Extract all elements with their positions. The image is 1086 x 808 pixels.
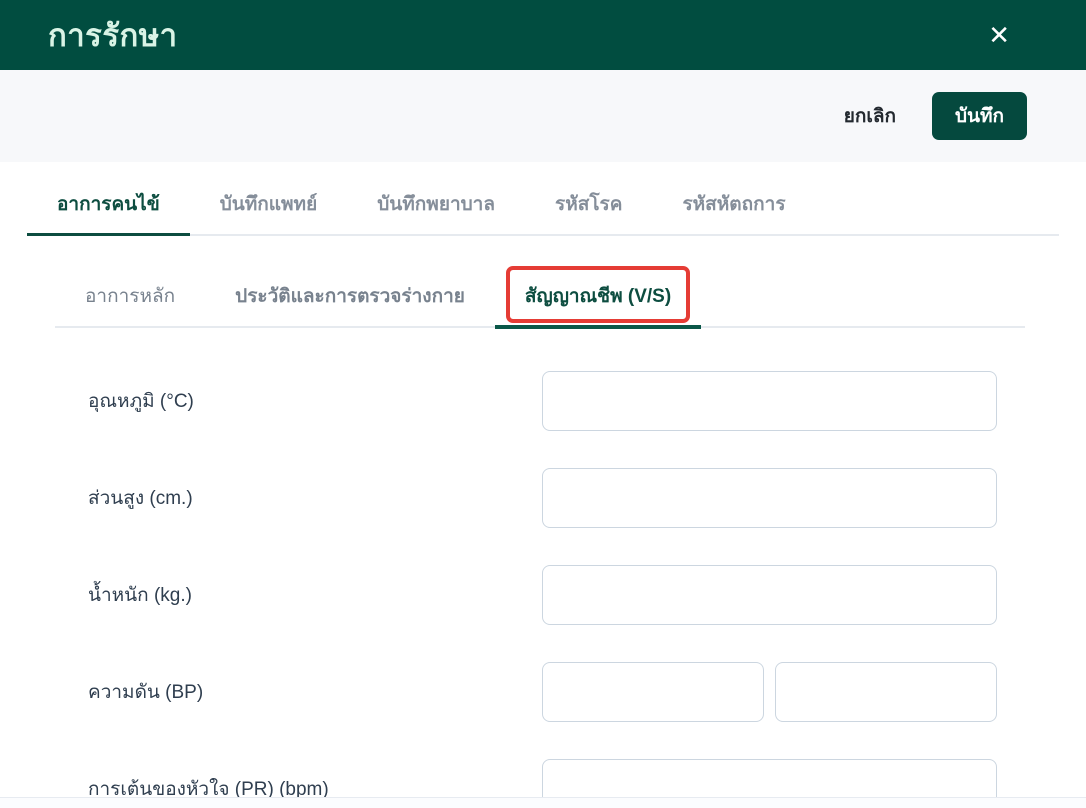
form-row-height: ส่วนสูง (cm.) xyxy=(88,468,997,528)
subtab-history-physical-exam[interactable]: ประวัติและการตรวจร่างกาย xyxy=(205,281,495,329)
temperature-input[interactable] xyxy=(542,371,997,431)
blood-pressure-systolic-input[interactable] xyxy=(542,662,764,722)
tab-procedure-code[interactable]: รหัสหัตถการ xyxy=(652,189,815,236)
pulse-rate-input[interactable] xyxy=(542,759,997,797)
close-icon[interactable]: ✕ xyxy=(986,20,1012,50)
weight-label: น้ำหนัก (kg.) xyxy=(88,585,192,606)
form-row-temperature: อุณหภูมิ (°C) xyxy=(88,371,997,431)
treatment-dialog: การรักษา ✕ ยกเลิก บันทึก อาการคนไข้ บันท… xyxy=(0,0,1086,808)
cancel-button[interactable]: ยกเลิก xyxy=(844,101,896,131)
form-row-blood-pressure: ความดัน (BP) xyxy=(88,662,997,722)
blood-pressure-label: ความดัน (BP) xyxy=(88,682,204,703)
height-input[interactable] xyxy=(542,468,997,528)
temperature-label: อุณหภูมิ (°C) xyxy=(88,391,194,412)
blood-pressure-diastolic-input[interactable] xyxy=(775,662,997,722)
form-row-pulse-rate: การเต้นของหัวใจ (PR) (bpm) xyxy=(88,759,997,797)
tab-doctor-note[interactable]: บันทึกแพทย์ xyxy=(190,189,348,236)
save-button[interactable]: บันทึก xyxy=(932,92,1027,140)
subtab-chief-complaint[interactable]: อาการหลัก xyxy=(55,281,205,329)
sub-tabs: อาการหลัก ประวัติและการตรวจร่างกาย สัญญา… xyxy=(55,236,1025,329)
tab-disease-code[interactable]: รหัสโรค xyxy=(525,189,652,236)
dialog-title: การรักษา xyxy=(48,18,178,53)
dialog-header: การรักษา ✕ xyxy=(0,0,1086,70)
form-row-weight: น้ำหนัก (kg.) xyxy=(88,565,997,625)
tab-patient-symptoms[interactable]: อาการคนไข้ xyxy=(27,189,190,236)
main-tabs: อาการคนไข้ บันทึกแพทย์ บันทึกพยาบาล รหัส… xyxy=(27,162,1059,236)
vital-signs-form: อุณหภูมิ (°C) ส่วนสูง (cm.) น้ำหนัก (kg.… xyxy=(0,328,1086,797)
clipped-scroll-edge xyxy=(0,797,1086,808)
tab-nurse-note[interactable]: บันทึกพยาบาล xyxy=(347,189,525,236)
dialog-content: อาการคนไข้ บันทึกแพทย์ บันทึกพยาบาล รหัส… xyxy=(0,162,1086,797)
height-label: ส่วนสูง (cm.) xyxy=(88,488,193,509)
pulse-rate-label: การเต้นของหัวใจ (PR) (bpm) xyxy=(88,779,329,797)
subtab-vital-signs-label: สัญญาณชีพ (V/S) xyxy=(524,286,672,307)
weight-input[interactable] xyxy=(542,565,997,625)
action-toolbar: ยกเลิก บันทึก xyxy=(0,70,1086,162)
subtab-vital-signs[interactable]: สัญญาณชีพ (V/S) xyxy=(494,266,702,329)
